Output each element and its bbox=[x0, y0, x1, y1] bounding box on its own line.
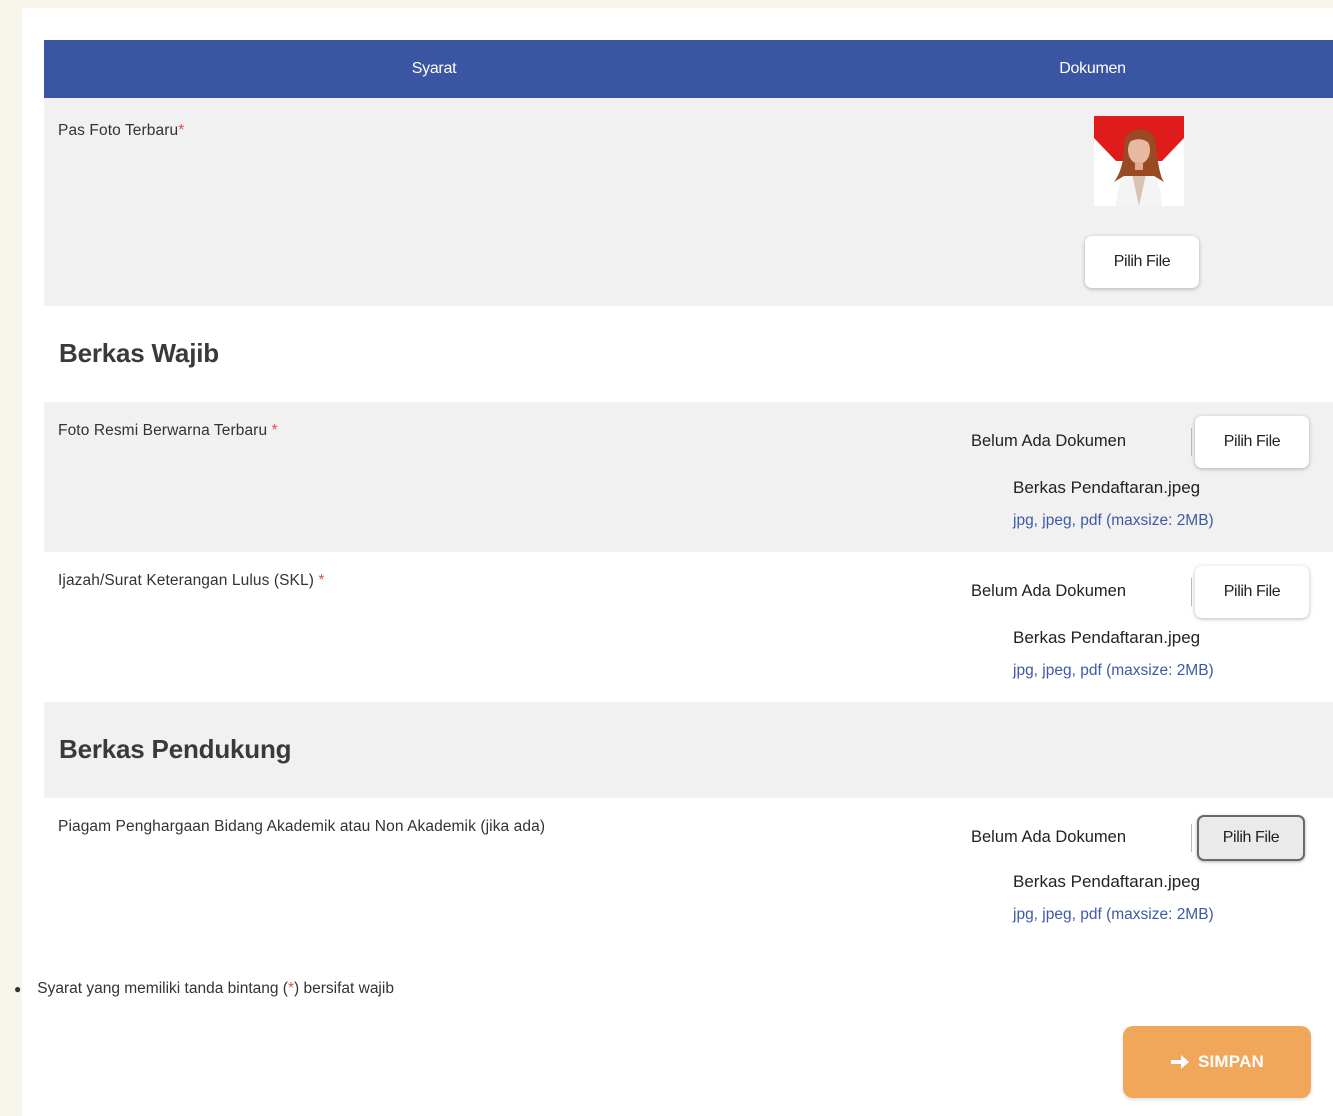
table-row-ijazah: Ijazah/Surat Keterangan Lulus (SKL) * Be… bbox=[44, 552, 1333, 702]
file-name: Berkas Pendaftaran.jpeg bbox=[1013, 478, 1201, 497]
requirement-label: Foto Resmi Berwarna Terbaru * bbox=[58, 422, 278, 439]
profile-photo-thumbnail bbox=[1094, 116, 1184, 206]
section-title-berkas-wajib: Berkas Wajib bbox=[59, 338, 219, 368]
required-star: * bbox=[271, 422, 278, 439]
file-format-hint: jpg, jpeg, pdf (maxsize: 2MB) bbox=[1013, 662, 1214, 679]
section-berkas-pendukung: Berkas Pendukung bbox=[44, 702, 1333, 798]
table-header: Syarat Dokumen bbox=[44, 40, 1333, 98]
column-header-dokumen: Dokumen bbox=[1059, 60, 1126, 77]
table-row-foto-resmi: Foto Resmi Berwarna Terbaru * Belum Ada … bbox=[44, 402, 1333, 552]
pas-foto-choose-file-button[interactable]: Pilih File bbox=[1085, 236, 1199, 288]
requirements-table: Syarat Dokumen Pas Foto Terbaru* Pilih F… bbox=[44, 40, 1333, 948]
piagam-choose-file-button[interactable]: Pilih File bbox=[1197, 815, 1305, 861]
requirement-label: Ijazah/Surat Keterangan Lulus (SKL) * bbox=[58, 572, 325, 589]
status-divider bbox=[1191, 824, 1192, 852]
document-upload-card: Syarat Dokumen Pas Foto Terbaru* Pilih F… bbox=[22, 8, 1333, 1116]
required-note: ● Syarat yang memiliki tanda bintang (*)… bbox=[14, 980, 394, 997]
table-row-piagam: Piagam Penghargaan Bidang Akademik atau … bbox=[44, 798, 1333, 948]
required-star: * bbox=[178, 122, 185, 139]
save-button-label: SIMPAN bbox=[1197, 1052, 1265, 1071]
document-status: Belum Ada Dokumen bbox=[971, 828, 1127, 846]
required-star: * bbox=[318, 572, 325, 589]
arrow-right-icon bbox=[1170, 1055, 1189, 1069]
status-divider bbox=[1191, 428, 1192, 456]
ijazah-choose-file-button[interactable]: Pilih File bbox=[1195, 566, 1309, 618]
save-button[interactable]: SIMPAN bbox=[1123, 1026, 1311, 1098]
foto-resmi-choose-file-button[interactable]: Pilih File bbox=[1195, 416, 1309, 468]
section-title-berkas-pendukung: Berkas Pendukung bbox=[59, 734, 292, 764]
status-divider bbox=[1191, 578, 1192, 606]
requirement-label: Pas Foto Terbaru* bbox=[58, 122, 185, 139]
table-row-pas-foto: Pas Foto Terbaru* Pilih File bbox=[44, 98, 1333, 306]
bullet-icon: ● bbox=[14, 982, 22, 996]
document-status: Belum Ada Dokumen bbox=[971, 432, 1127, 450]
file-name: Berkas Pendaftaran.jpeg bbox=[1013, 872, 1201, 891]
document-status: Belum Ada Dokumen bbox=[971, 582, 1127, 600]
column-header-syarat: Syarat bbox=[411, 60, 457, 77]
requirement-label: Piagam Penghargaan Bidang Akademik atau … bbox=[58, 818, 546, 835]
file-name: Berkas Pendaftaran.jpeg bbox=[1013, 628, 1201, 647]
file-format-hint: jpg, jpeg, pdf (maxsize: 2MB) bbox=[1013, 512, 1214, 529]
section-berkas-wajib: Berkas Wajib bbox=[44, 306, 1333, 402]
file-format-hint: jpg, jpeg, pdf (maxsize: 2MB) bbox=[1013, 906, 1214, 923]
